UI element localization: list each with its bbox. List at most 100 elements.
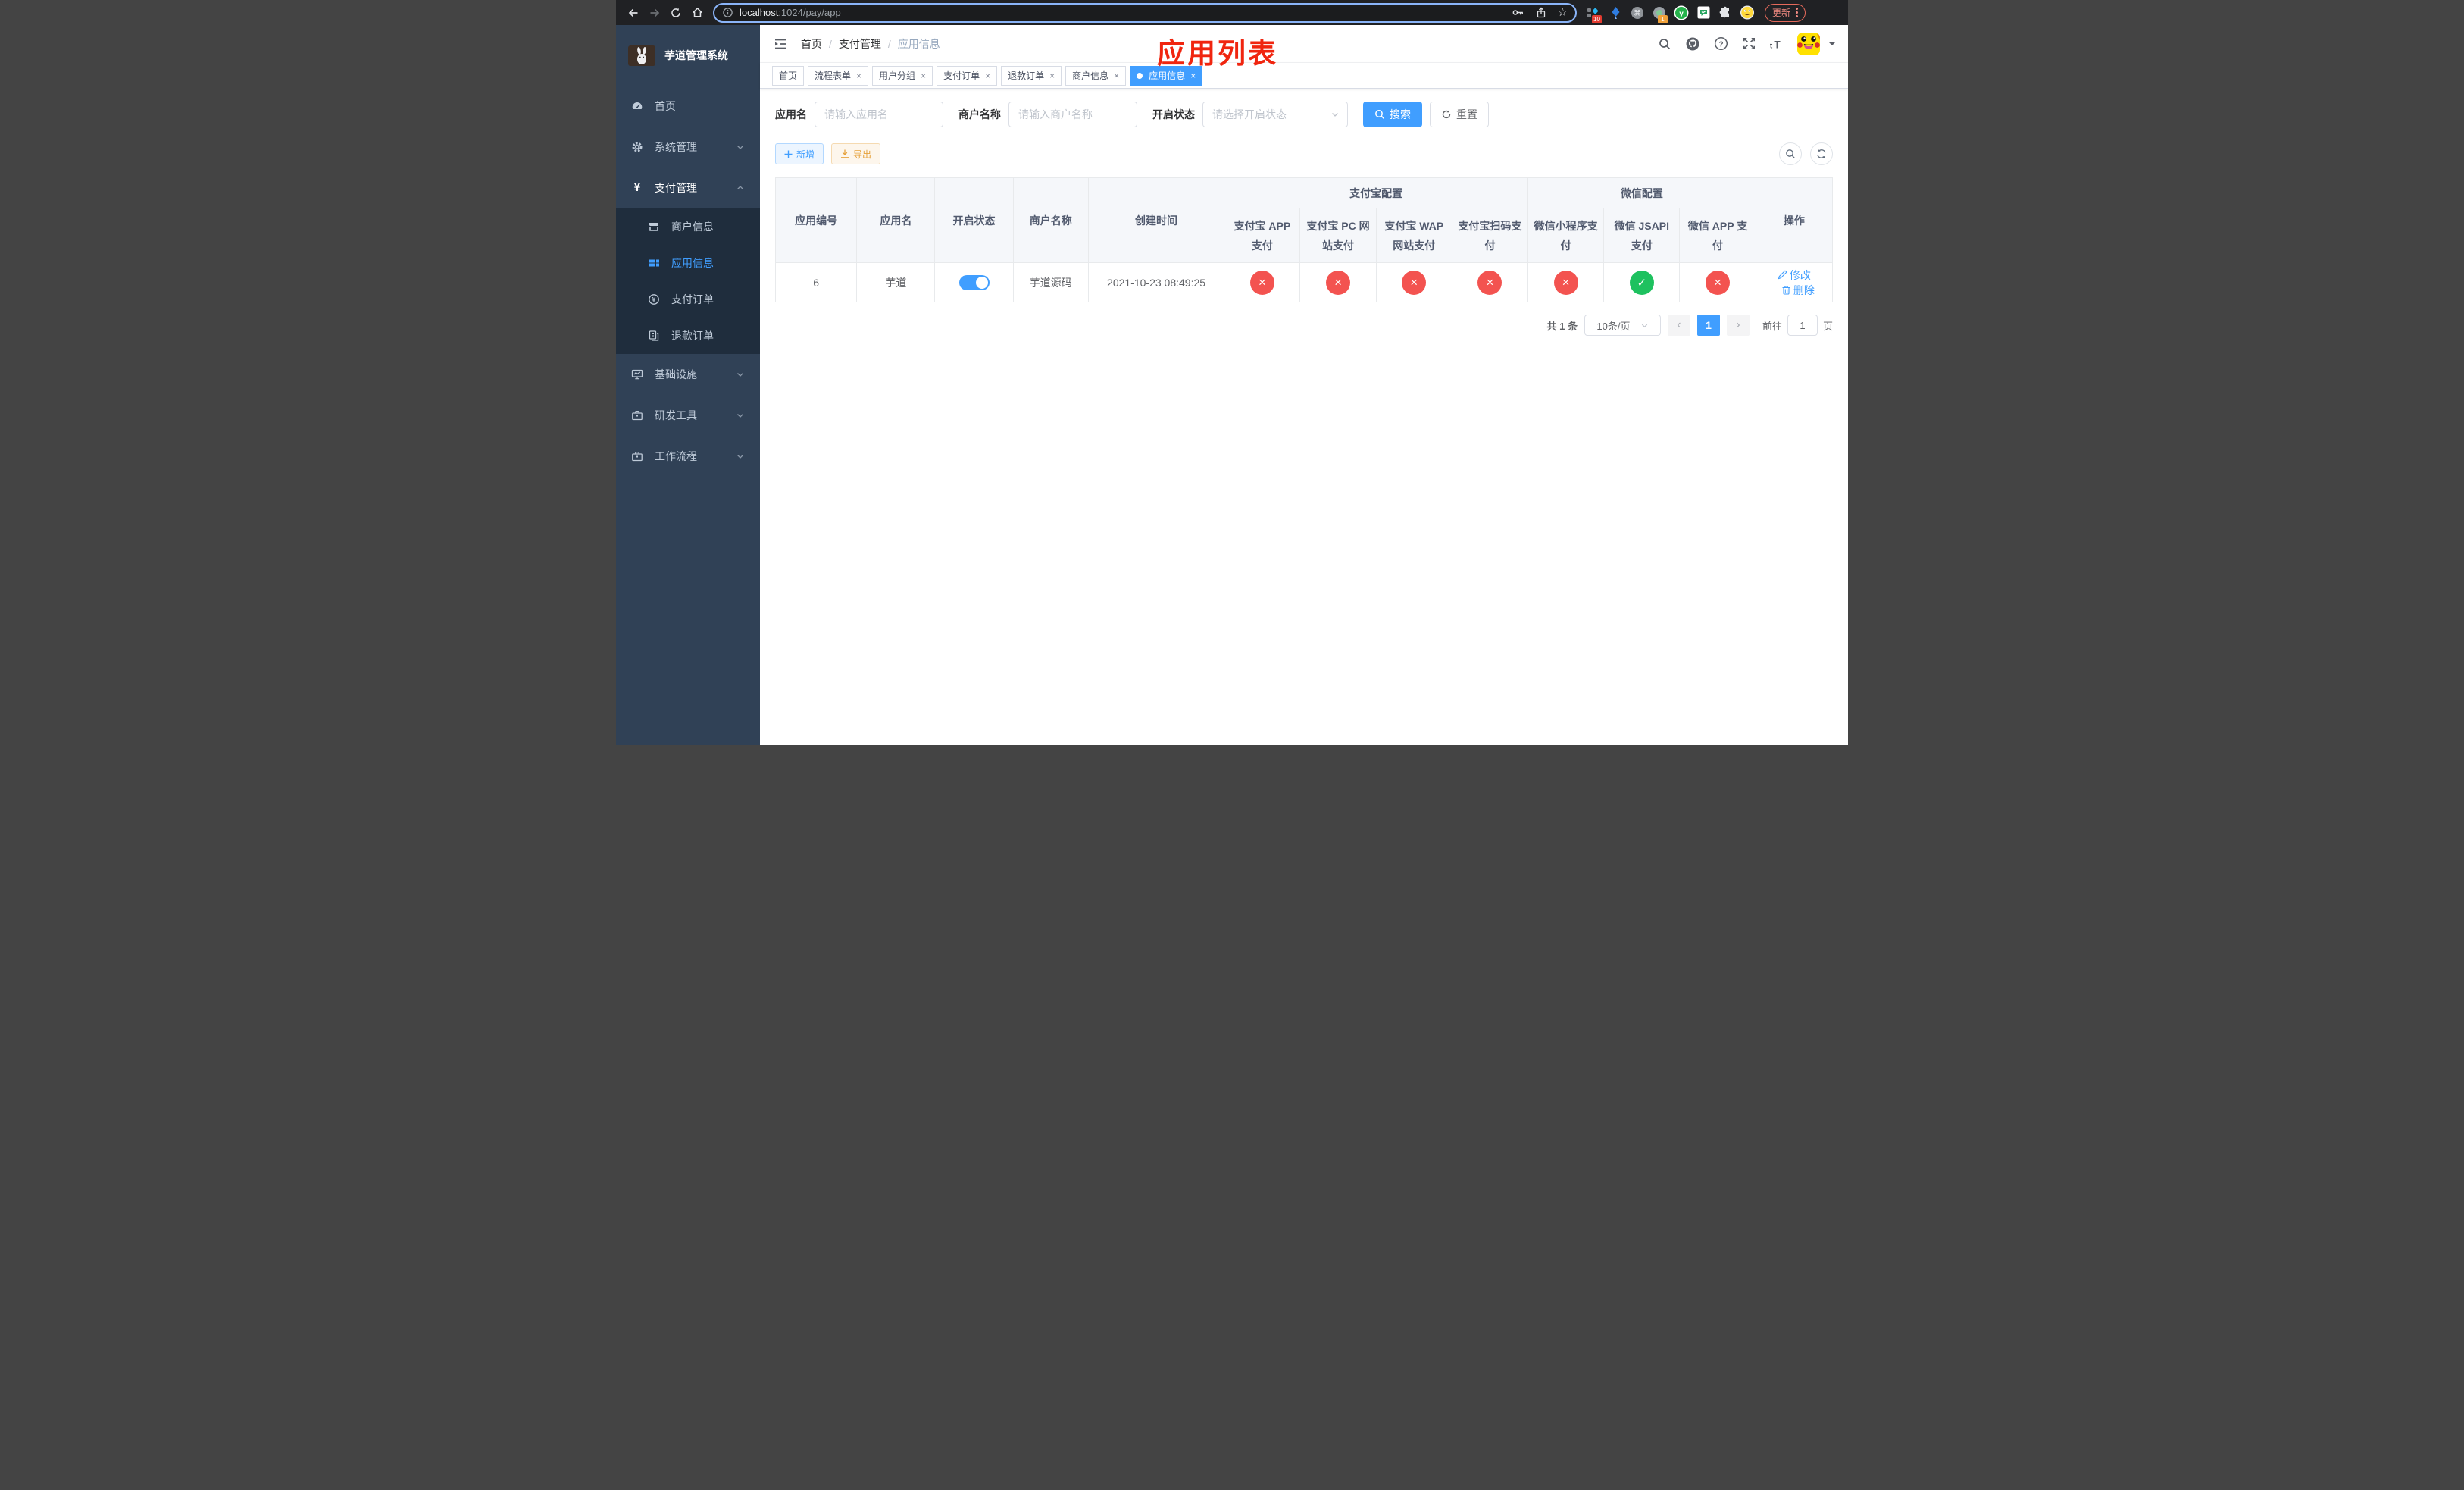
sidebar-item-merchant-info[interactable]: 商户信息 (616, 208, 760, 245)
search-button[interactable]: 搜索 (1363, 102, 1422, 127)
share-icon[interactable] (1535, 6, 1547, 19)
breadcrumb-pay[interactable]: 支付管理 (839, 36, 881, 52)
extension-recorder-icon[interactable]: 1 (1652, 5, 1668, 23)
page-size-value: 10条/页 (1596, 320, 1631, 332)
status-toggle[interactable] (958, 274, 990, 290)
fullscreen-icon[interactable] (1741, 36, 1756, 52)
status-select[interactable]: 请选择开启状态 (1202, 102, 1348, 127)
group-header-alipay: 支付宝配置 (1224, 177, 1529, 208)
goto-page-input[interactable] (1787, 315, 1818, 336)
col-header-alipay-wap: 支付宝 WAP 网站支付 (1375, 208, 1452, 263)
user-avatar[interactable] (1797, 32, 1820, 55)
refund-icon (648, 330, 660, 342)
password-key-icon[interactable] (1512, 6, 1524, 19)
status-label: 开启状态 (1152, 108, 1195, 121)
trash-icon (1782, 286, 1790, 295)
extensions-puzzle-icon[interactable] (1718, 5, 1733, 20)
tab-close-icon[interactable] (921, 70, 926, 81)
sidebar-item-workflow[interactable]: 工作流程 (616, 436, 760, 477)
url-text: localhost:1024/pay/app (740, 7, 841, 18)
merchant-name-input[interactable] (1008, 102, 1137, 127)
goto-suffix: 页 (1822, 320, 1833, 332)
browser-menu-icon[interactable] (1796, 8, 1799, 17)
app-name-input[interactable] (815, 102, 943, 127)
extension-chat-icon[interactable] (1696, 5, 1711, 20)
page-content: 应用名 商户名称 开启状态 请选择开启状态 (760, 89, 1848, 745)
tab-close-icon[interactable] (985, 70, 990, 81)
bookmark-star-icon[interactable]: ☆ (1558, 7, 1568, 18)
help-icon[interactable]: ? (1713, 36, 1728, 52)
tab-process-form[interactable]: 流程表单 (808, 65, 869, 86)
app-window: 芋道管理系统 首页 系统管理 ¥ 支付管理 商户信息 应用信息 ¥ 支付订单 退… (616, 25, 1848, 745)
reset-button[interactable]: 重置 (1430, 102, 1489, 127)
svg-text:¥: ¥ (652, 296, 656, 303)
extension-blue-diamond-icon[interactable]: 10 (1586, 5, 1602, 23)
browser-back-button[interactable] (624, 3, 643, 23)
page-size-select[interactable]: 10条/页 (1584, 315, 1661, 336)
extension-y-green-icon[interactable]: y (1674, 5, 1689, 20)
browser-forward-button[interactable] (645, 3, 664, 23)
browser-update-button[interactable]: 更新 (1765, 3, 1806, 22)
site-info-icon[interactable] (722, 7, 733, 18)
next-page-button[interactable] (1726, 315, 1750, 336)
col-header-wechat-jsapi: 微信 JSAPI 支付 (1603, 208, 1681, 263)
search-icon[interactable] (1657, 36, 1672, 52)
delete-link[interactable]: 删除 (1781, 283, 1815, 298)
cell-alipay-qr (1451, 262, 1529, 302)
app-name-label: 应用名 (775, 108, 807, 121)
prev-page-button[interactable] (1667, 315, 1690, 336)
avatar-caret-icon[interactable] (1828, 41, 1836, 46)
tab-close-icon[interactable] (856, 70, 861, 81)
github-icon[interactable] (1685, 36, 1700, 52)
sidebar-item-app-info[interactable]: 应用信息 (616, 245, 760, 281)
profile-avatar-emoji[interactable] (1740, 5, 1755, 20)
tab-close-icon[interactable] (1190, 70, 1196, 81)
sidebar-item-infrastructure[interactable]: 基础设施 (616, 354, 760, 395)
breadcrumb-home[interactable]: 首页 (801, 36, 822, 52)
browser-address-bar[interactable]: localhost:1024/pay/app ☆ (713, 2, 1577, 23)
app-logo[interactable]: 芋道管理系统 (616, 25, 760, 86)
toggle-search-button[interactable] (1779, 142, 1802, 165)
rabbit-logo-icon (628, 45, 655, 66)
pagination-total: 共 1 条 (1546, 320, 1578, 332)
cell-alipay-wap (1375, 262, 1452, 302)
sidebar-item-dev-tools[interactable]: 研发工具 (616, 395, 760, 436)
search-button-label: 搜索 (1390, 108, 1411, 121)
svg-text:T: T (1774, 39, 1781, 50)
tab-refund-order[interactable]: 退款订单 (1001, 65, 1062, 86)
sidebar-item-system[interactable]: 系统管理 (616, 127, 760, 167)
col-header-status: 开启状态 (934, 177, 1014, 263)
col-header-app-id: 应用编号 (774, 177, 858, 263)
export-button[interactable]: 导出 (831, 143, 881, 164)
cell-status (934, 262, 1014, 302)
sidebar-item-refund-order[interactable]: 退款订单 (616, 318, 760, 354)
col-header-alipay-pc: 支付宝 PC 网站支付 (1299, 208, 1377, 263)
page-number-1[interactable]: 1 (1696, 315, 1720, 336)
refresh-table-button[interactable] (1810, 142, 1833, 165)
add-button[interactable]: 新增 (775, 143, 824, 164)
sidebar-item-home[interactable]: 首页 (616, 86, 760, 127)
sidebar-item-pay-order[interactable]: ¥ 支付订单 (616, 281, 760, 318)
browser-reload-button[interactable] (666, 3, 686, 23)
font-size-icon[interactable]: tT (1769, 36, 1784, 52)
tab-pay-order[interactable]: 支付订单 (937, 65, 998, 86)
browser-home-button[interactable] (687, 3, 707, 23)
forward-arrow-icon (650, 8, 660, 17)
tab-close-icon[interactable] (1049, 70, 1055, 81)
extension-command-icon[interactable]: ⌘ (1630, 5, 1645, 20)
sidebar-item-label: 支付管理 (655, 182, 697, 194)
tab-user-group[interactable]: 用户分组 (872, 65, 933, 86)
svg-text:?: ? (1718, 40, 1723, 49)
edit-link[interactable]: 修改 (1778, 268, 1811, 283)
screen: localhost:1024/pay/app ☆ 10 ⌘ 1 y 更新 芋道管… (616, 0, 1848, 745)
status-cross-icon (1706, 270, 1731, 295)
sidebar-item-label: 支付订单 (671, 293, 714, 305)
sidebar-item-pay[interactable]: ¥ 支付管理 (616, 167, 760, 208)
extension-kite-icon[interactable] (1608, 5, 1623, 20)
tab-home[interactable]: 首页 (772, 65, 805, 86)
tab-close-icon[interactable] (1114, 70, 1119, 81)
tab-merchant-info[interactable]: 商户信息 (1065, 65, 1127, 86)
delete-link-label: 删除 (1793, 283, 1815, 296)
sidebar-collapse-icon[interactable] (772, 36, 789, 52)
chevron-down-icon (1332, 113, 1338, 117)
